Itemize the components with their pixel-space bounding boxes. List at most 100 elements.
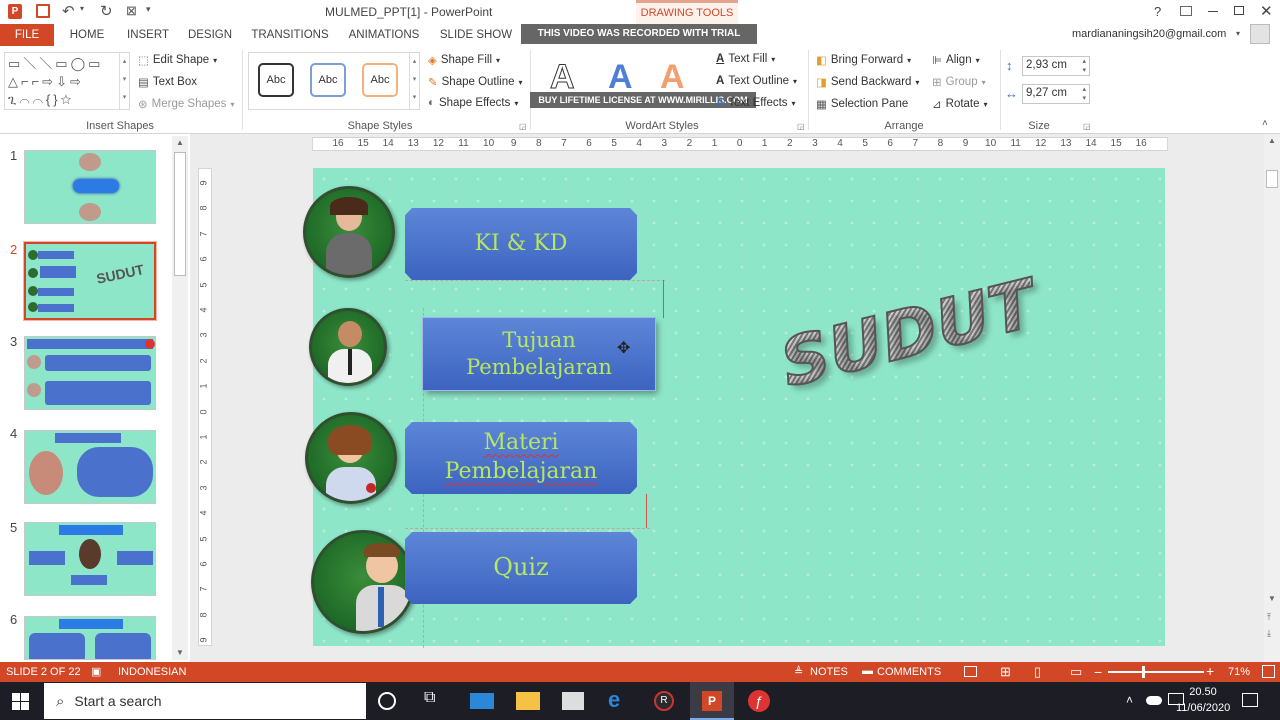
save-icon[interactable]	[36, 4, 50, 18]
shape-style-sample-2[interactable]: Abc	[310, 63, 346, 97]
slide-thumbnail-2[interactable]: SUDUT	[23, 241, 157, 321]
align-button[interactable]: ⊫ Align ▾	[932, 53, 980, 67]
zoom-in-button[interactable]: +	[1206, 663, 1214, 679]
thumbnail-scrollbar[interactable]: ▲ ▼	[172, 136, 188, 660]
shape-height-field[interactable]: 2,93 cm ▴ ▾	[1022, 56, 1090, 76]
materi-pembelajaran-button[interactable]: Materi Pembelajaran	[405, 422, 637, 494]
ruler-tick-label: 3	[198, 485, 209, 491]
merge-shapes-button[interactable]: ⊛ Merge Shapes ▾	[138, 97, 234, 111]
fit-slide-icon[interactable]	[1262, 665, 1275, 678]
shape-effects-button[interactable]: ◐ Shape Effects ▾	[428, 97, 518, 109]
status-bar: SLIDE 2 OF 22 ▣ INDONESIAN ≜ NOTES ▬ COM…	[0, 662, 1280, 682]
collapse-ribbon-icon[interactable]: ˄	[1262, 118, 1268, 129]
send-backward-button[interactable]: ◨ Send Backward ▾	[816, 75, 919, 89]
minimize-icon[interactable]	[1208, 11, 1218, 12]
quiz-button[interactable]: Quiz	[405, 532, 637, 604]
close-icon[interactable]: ✕	[1260, 2, 1273, 20]
tab-slide-show[interactable]: SLIDE SHOW	[438, 24, 514, 46]
recorder-app-icon[interactable]: R	[654, 691, 674, 711]
comments-button[interactable]: COMMENTS	[877, 666, 941, 678]
slide-thumbnail-1[interactable]	[24, 150, 156, 224]
redo-icon[interactable]: ↻	[100, 2, 113, 20]
normal-view-icon[interactable]	[964, 666, 977, 677]
flash-icon[interactable]: ƒ	[748, 690, 770, 712]
notes-button[interactable]: NOTES	[810, 666, 848, 678]
shape-outline-button[interactable]: ✎ Shape Outline ▾	[428, 75, 523, 89]
powerpoint-taskbar-button[interactable]: P	[690, 682, 734, 720]
ki-kd-button[interactable]: KI & KD	[405, 208, 637, 280]
zoom-level[interactable]: 71%	[1228, 666, 1250, 678]
task-view-icon[interactable]: ⧉	[424, 689, 448, 713]
slide-thumbnail-4[interactable]	[24, 430, 156, 504]
notes-icon[interactable]: ≜	[794, 665, 803, 678]
undo-dropdown-icon[interactable]: ▾	[80, 4, 84, 13]
slide-counter[interactable]: SLIDE 2 OF 22	[6, 666, 81, 678]
tab-animations[interactable]: ANIMATIONS	[344, 24, 424, 46]
text-effects-button[interactable]: A Text Effects ▾	[716, 97, 796, 109]
zoom-slider-thumb[interactable]	[1142, 666, 1145, 678]
sudut-wordart-title[interactable]: SUDUT	[772, 264, 1044, 404]
reading-view-icon[interactable]: ▯	[1034, 664, 1041, 680]
ruler-tick-label: 13	[407, 138, 419, 149]
slide-show-icon[interactable]: ▭	[1070, 664, 1082, 680]
file-explorer-icon[interactable]	[516, 692, 540, 710]
zoom-slider[interactable]	[1108, 666, 1204, 678]
store-icon[interactable]	[562, 692, 584, 710]
spell-check-icon[interactable]: ▣	[91, 665, 101, 678]
slide-thumbnail-3[interactable]	[24, 336, 156, 410]
bring-forward-icon: ◧	[816, 55, 827, 67]
customize-toolbar-icon[interactable]: ▾	[146, 4, 151, 15]
text-outline-button[interactable]: A Text Outline ▾	[716, 75, 797, 87]
taskbar-search-box[interactable]: ⌕ Start a search	[44, 683, 366, 719]
tray-chevron-icon[interactable]: ˄	[1126, 693, 1133, 707]
pencil-icon: ✎	[428, 77, 438, 89]
shape-styles-launcher-icon[interactable]: ◲	[519, 122, 527, 131]
shape-fill-button[interactable]: ◈ Shape Fill ▾	[428, 53, 500, 67]
shape-width-field[interactable]: 9,27 cm ▴ ▾	[1022, 84, 1090, 104]
mail-icon[interactable]	[470, 693, 494, 709]
shape-style-sample-3[interactable]: Abc	[362, 63, 398, 97]
account-name[interactable]: mardiananingsih20@gmail.com	[1072, 28, 1226, 40]
slide-sorter-icon[interactable]: ⊞	[1000, 664, 1011, 680]
slide-scrollbar[interactable]: ▲ ▼ ⤒ ⤓	[1264, 134, 1280, 662]
wordart-launcher-icon[interactable]: ◲	[797, 122, 805, 131]
action-center-icon[interactable]	[1242, 693, 1258, 707]
size-launcher-icon[interactable]: ◲	[1083, 122, 1091, 131]
cortana-icon[interactable]	[378, 692, 396, 710]
edit-shape-button[interactable]: ⬚ Edit Shape ▾	[138, 53, 217, 67]
comments-icon[interactable]: ▬	[862, 665, 873, 677]
slide-thumbnail-6[interactable]	[24, 616, 156, 660]
selection-pane-button[interactable]: ▦ Selection Pane	[816, 97, 908, 111]
rotate-button[interactable]: ⊿ Rotate ▾	[932, 97, 988, 111]
ruler-tick-label: 8	[536, 138, 542, 149]
shape-style-sample-1[interactable]: Abc	[258, 63, 294, 97]
language-indicator[interactable]: INDONESIAN	[118, 666, 186, 678]
shapes-gallery[interactable]: ▭＼＼▭◯▭ △⌐⌐⇨⇩⇨ ጊ⌒⌒{}☆ ▴ ▾ ▾	[4, 52, 130, 110]
slide-canvas[interactable]: KI & KD Tujuan Pembelajaran Materi Pembe…	[303, 168, 1165, 648]
avatar[interactable]	[1250, 24, 1270, 44]
tab-insert[interactable]: INSERT	[122, 24, 174, 46]
tab-home[interactable]: HOME	[62, 24, 112, 46]
onedrive-icon[interactable]	[1146, 696, 1162, 705]
tab-design[interactable]: DESIGN	[184, 24, 236, 46]
edge-icon[interactable]: e	[608, 687, 632, 712]
windows-start-icon[interactable]	[12, 693, 29, 710]
restore-icon[interactable]	[1234, 6, 1244, 15]
shape-styles-gallery[interactable]: Abc Abc Abc ▴ ▾ ▾	[248, 52, 420, 110]
help-icon[interactable]: ?	[1154, 4, 1161, 19]
bring-forward-button[interactable]: ◧ Bring Forward ▾	[816, 53, 911, 67]
undo-icon[interactable]: ↶	[62, 2, 75, 20]
text-fill-button[interactable]: A Text Fill ▾	[716, 53, 775, 65]
taskbar-time: 20.50	[1189, 686, 1217, 698]
tab-file[interactable]: FILE	[0, 24, 54, 46]
ribbon-display-options-icon[interactable]	[1180, 6, 1192, 16]
taskbar-clock[interactable]: 20.50 11/06/2020	[1168, 684, 1230, 716]
slide-thumbnail-5[interactable]	[24, 522, 156, 596]
text-box-button[interactable]: ▤ Text Box	[138, 75, 197, 89]
zoom-out-button[interactable]: −	[1094, 664, 1102, 680]
start-from-beginning-icon[interactable]: ⊠	[126, 3, 137, 19]
ruler-tick-label: 0	[198, 409, 209, 415]
tab-transitions[interactable]: TRANSITIONS	[250, 24, 330, 46]
group-button[interactable]: ⊞ Group ▾	[932, 75, 986, 89]
account-dropdown-icon[interactable]: ▾	[1236, 29, 1240, 38]
